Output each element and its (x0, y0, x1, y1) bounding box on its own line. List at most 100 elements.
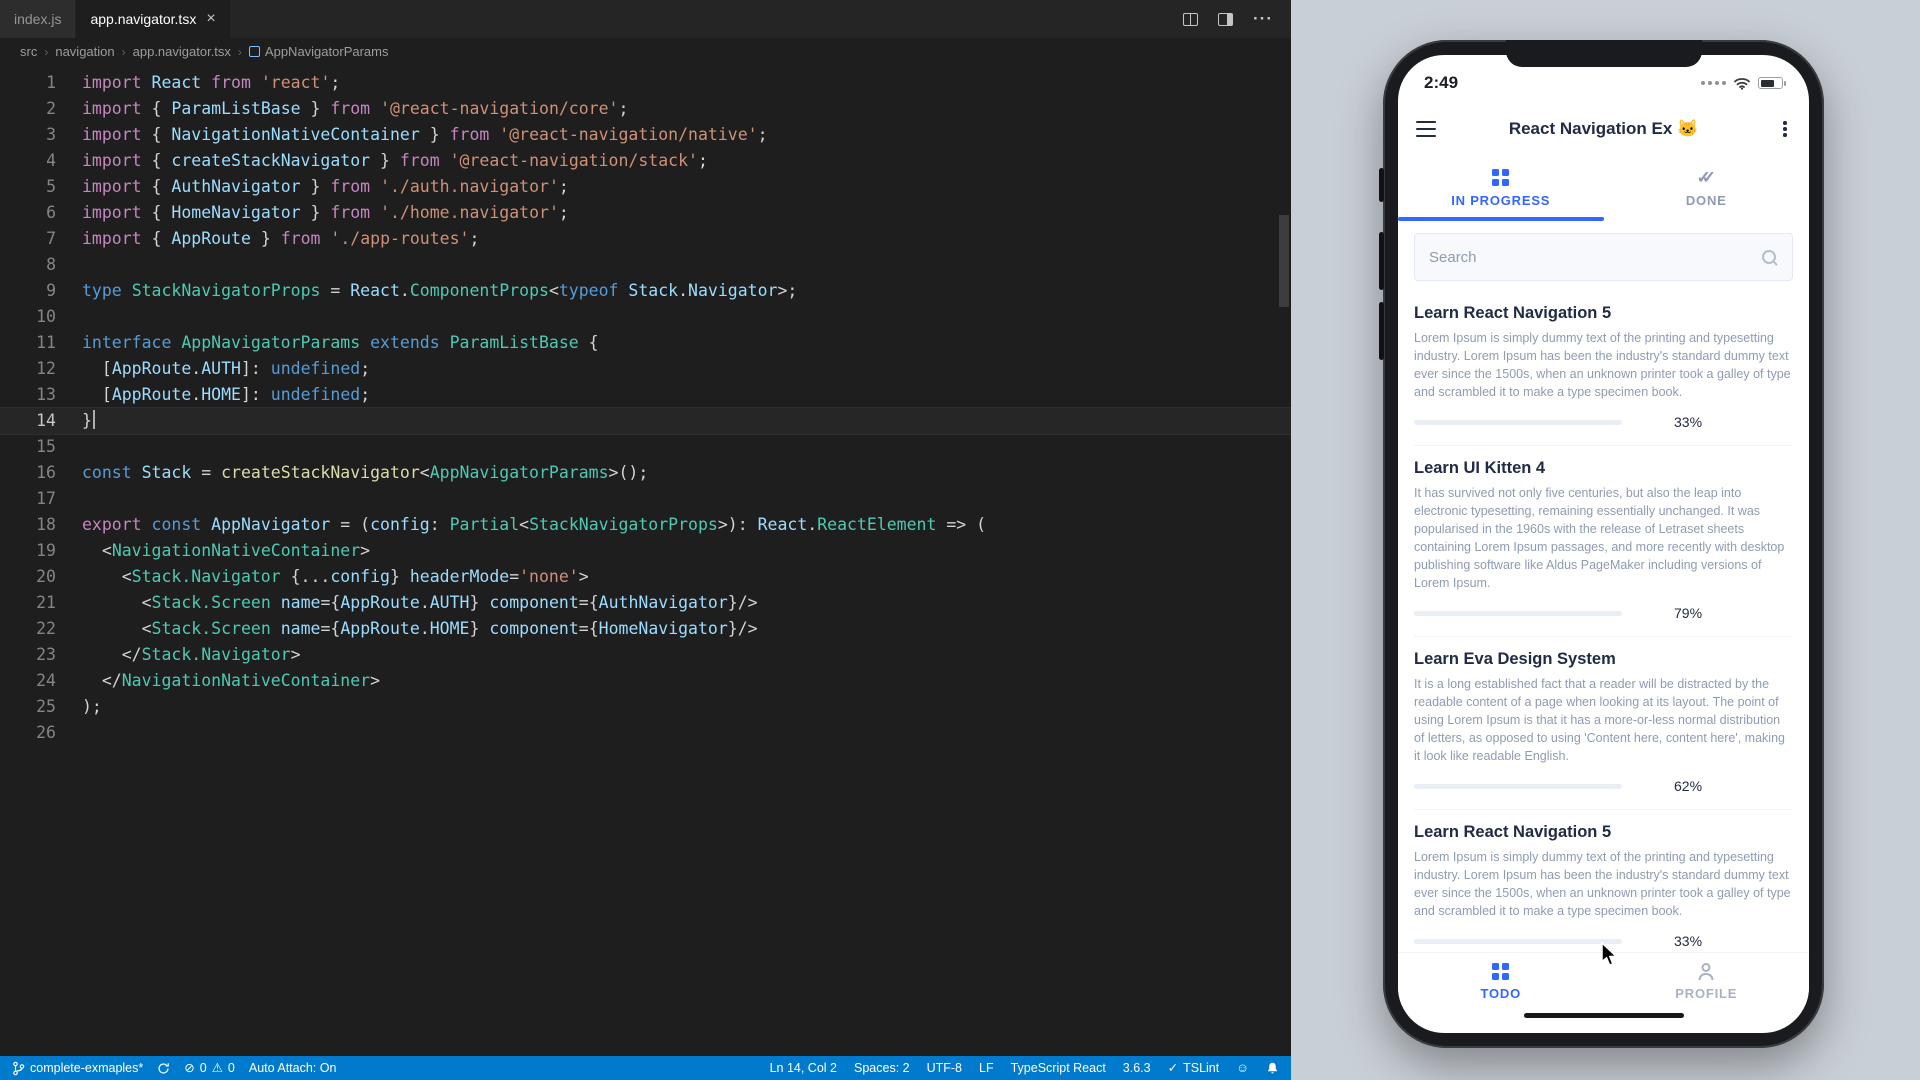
code-lines: 1import React from 'react';2import { Par… (0, 70, 1291, 746)
typescript-version-status[interactable]: 3.6.3 (1123, 1061, 1151, 1075)
code-line[interactable]: 7import { AppRoute } from './app-routes'… (0, 226, 1291, 252)
code-line[interactable]: 3import { NavigationNativeContainer } fr… (0, 122, 1291, 148)
task-title: Learn Eva Design System (1414, 650, 1793, 669)
nav-item-profile[interactable]: PROFILE (1604, 963, 1810, 1001)
encoding-status[interactable]: UTF-8 (927, 1061, 962, 1075)
line-number: 3 (0, 122, 56, 148)
progress-bar-track (1414, 784, 1622, 789)
cellular-signal-icon (1701, 81, 1726, 85)
task-item[interactable]: Learn UI Kitten 4 It has survived not on… (1414, 446, 1793, 637)
breadcrumb-symbol[interactable]: AppNavigatorParams (249, 44, 389, 59)
tab-app-navigator-tsx[interactable]: app.navigator.tsx × (76, 0, 230, 38)
code-line[interactable]: 5import { AuthNavigator } from './auth.n… (0, 174, 1291, 200)
more-options-icon[interactable] (1771, 121, 1791, 137)
app-header: React Navigation Ex 🐱 (1398, 103, 1809, 155)
editor-scrollbar[interactable] (1279, 215, 1289, 307)
line-number: 17 (0, 486, 56, 512)
code-line[interactable]: 13 [AppRoute.HOME]: undefined; (0, 382, 1291, 408)
code-line[interactable]: 6import { HomeNavigator } from './home.n… (0, 200, 1291, 226)
sync-status[interactable] (157, 1062, 170, 1075)
problems-status[interactable]: ⊘ 0 ⚠ 0 (184, 1061, 235, 1075)
breadcrumb-navigation[interactable]: navigation (55, 44, 114, 59)
line-number: 18 (0, 512, 56, 538)
volume-up-button[interactable] (1379, 232, 1384, 290)
code-line[interactable]: 4import { createStackNavigator } from '@… (0, 148, 1291, 174)
active-tab-indicator (1398, 217, 1604, 221)
task-progress: 62% (1414, 778, 1793, 794)
line-number: 13 (0, 382, 56, 408)
code-line[interactable]: 9type StackNavigatorProps = React.Compon… (0, 278, 1291, 304)
code-line[interactable]: 25); (0, 694, 1291, 720)
task-list: Learn React Navigation 5 Lorem Ipsum is … (1398, 291, 1809, 952)
line-number: 25 (0, 694, 56, 720)
line-number: 11 (0, 330, 56, 356)
line-number: 20 (0, 564, 56, 590)
breadcrumb-src[interactable]: src (20, 44, 37, 59)
search-input[interactable] (1429, 249, 1761, 266)
notifications-bell-icon[interactable] (1266, 1061, 1279, 1075)
cursor-position-status[interactable]: Ln 14, Col 2 (770, 1061, 837, 1075)
code-line[interactable]: 15 (0, 434, 1291, 460)
code-line[interactable]: 24 </NavigationNativeContainer> (0, 668, 1291, 694)
toggle-layout-icon[interactable] (1218, 13, 1233, 26)
home-indicator[interactable] (1524, 1013, 1684, 1018)
mute-switch[interactable] (1379, 168, 1384, 202)
breadcrumb-file[interactable]: app.navigator.tsx (133, 44, 231, 59)
hamburger-menu-icon[interactable] (1416, 121, 1436, 137)
more-actions-icon[interactable]: ··· (1253, 14, 1273, 24)
code-line[interactable]: 19 <NavigationNativeContainer> (0, 538, 1291, 564)
eol-status[interactable]: LF (979, 1061, 994, 1075)
volume-down-button[interactable] (1379, 302, 1384, 360)
task-item[interactable]: Learn React Navigation 5 Lorem Ipsum is … (1414, 810, 1793, 952)
code-line[interactable]: 18export const AppNavigator = (config: P… (0, 512, 1291, 538)
code-line[interactable]: 14} (0, 408, 1291, 434)
auto-attach-status[interactable]: Auto Attach: On (249, 1061, 337, 1075)
code-line[interactable]: 22 <Stack.Screen name={AppRoute.HOME} co… (0, 616, 1291, 642)
line-number: 12 (0, 356, 56, 382)
grid-icon (1492, 169, 1509, 186)
task-item[interactable]: Learn React Navigation 5 Lorem Ipsum is … (1414, 291, 1793, 446)
task-title: Learn React Navigation 5 (1414, 304, 1793, 323)
code-line[interactable]: 17 (0, 486, 1291, 512)
search-icon[interactable] (1761, 249, 1778, 266)
line-number: 15 (0, 434, 56, 460)
line-number: 6 (0, 200, 56, 226)
vscode-window: index.js app.navigator.tsx × ··· src › n… (0, 0, 1291, 1080)
code-line[interactable]: 23 </Stack.Navigator> (0, 642, 1291, 668)
split-editor-icon[interactable] (1183, 13, 1198, 26)
code-line[interactable]: 20 <Stack.Navigator {...config} headerMo… (0, 564, 1291, 590)
indentation-status[interactable]: Spaces: 2 (854, 1061, 910, 1075)
code-editor[interactable]: 1import React from 'react';2import { Par… (0, 65, 1291, 1056)
code-line[interactable]: 12 [AppRoute.AUTH]: undefined; (0, 356, 1291, 382)
feedback-smiley-icon[interactable]: ☺ (1236, 1061, 1249, 1075)
tab-index-js[interactable]: index.js (0, 0, 76, 38)
code-line[interactable]: 16const Stack = createStackNavigator<App… (0, 460, 1291, 486)
wifi-icon (1733, 77, 1751, 90)
line-number: 16 (0, 460, 56, 486)
close-tab-icon[interactable]: × (206, 11, 215, 27)
code-line[interactable]: 1import React from 'react'; (0, 70, 1291, 96)
task-item[interactable]: Learn Eva Design System It is a long est… (1414, 637, 1793, 810)
top-tab-bar: IN PROGRESS ✓✓ DONE (1398, 155, 1809, 221)
task-description: Lorem Ipsum is simply dummy text of the … (1414, 329, 1793, 401)
git-branch-status[interactable]: complete-exmaples* (12, 1061, 143, 1076)
tab-label: app.navigator.tsx (90, 11, 196, 27)
code-line[interactable]: 10 (0, 304, 1291, 330)
tslint-status[interactable]: ✓ TSLint (1168, 1061, 1220, 1075)
code-line[interactable]: 8 (0, 252, 1291, 278)
tab-in-progress[interactable]: IN PROGRESS (1398, 159, 1604, 221)
git-branch-icon (12, 1061, 25, 1076)
sync-icon (157, 1062, 170, 1075)
code-line[interactable]: 11interface AppNavigatorParams extends P… (0, 330, 1291, 356)
code-line[interactable]: 21 <Stack.Screen name={AppRoute.AUTH} co… (0, 590, 1291, 616)
line-number: 10 (0, 304, 56, 330)
progress-percentage: 33% (1674, 414, 1702, 430)
code-line[interactable]: 2import { ParamListBase } from '@react-n… (0, 96, 1291, 122)
tslint-check-icon: ✓ (1168, 1062, 1178, 1075)
tab-done[interactable]: ✓✓ DONE (1604, 159, 1810, 221)
code-line[interactable]: 26 (0, 720, 1291, 746)
nav-item-todo[interactable]: TODO (1398, 963, 1604, 1001)
language-mode-status[interactable]: TypeScript React (1011, 1061, 1106, 1075)
status-bar: complete-exmaples* ⊘ 0 ⚠ 0 Auto Attach: … (0, 1056, 1291, 1080)
done-all-icon: ✓✓ (1697, 169, 1717, 186)
